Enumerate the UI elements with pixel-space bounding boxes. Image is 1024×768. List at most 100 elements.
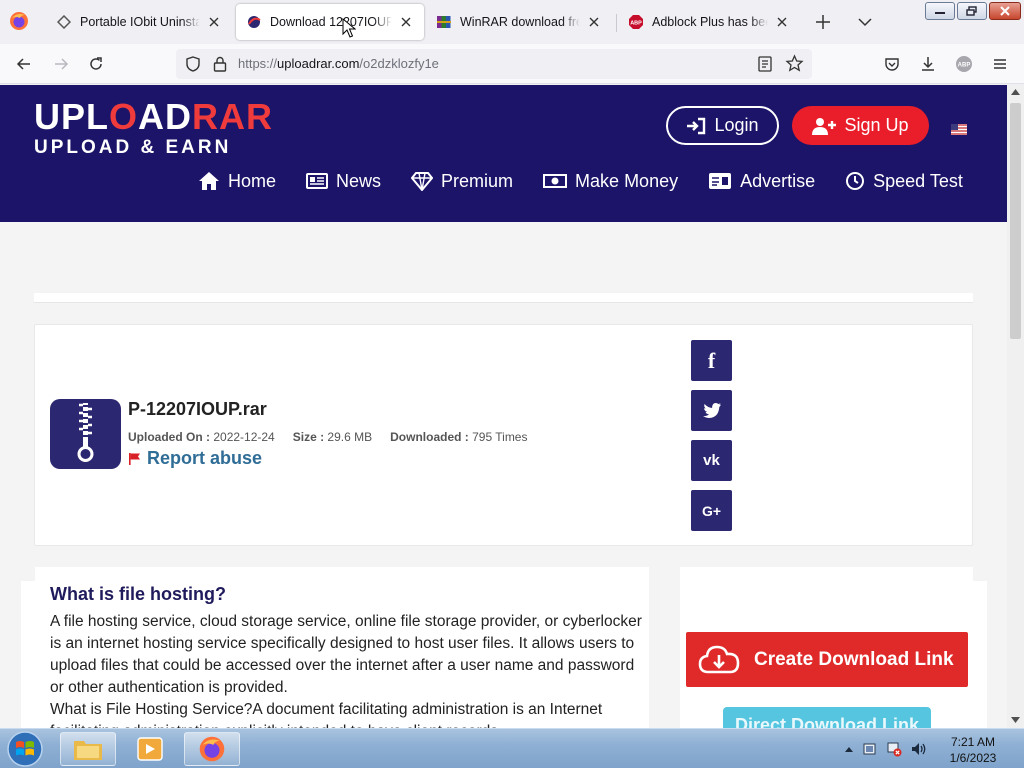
flag-icon — [129, 453, 140, 465]
uploadrar-favicon-icon — [246, 14, 262, 30]
sign-in-icon — [687, 117, 706, 134]
report-abuse-link[interactable]: Report abuse — [128, 448, 262, 469]
close-icon[interactable] — [774, 14, 790, 30]
nav-advertise[interactable]: Advertise — [708, 171, 815, 192]
adblock-plus-extension-icon[interactable]: ABP — [953, 53, 975, 75]
clock-icon — [846, 172, 865, 190]
create-download-link-label: Create Download Link — [754, 648, 954, 670]
nav-make-money[interactable]: Make Money — [543, 171, 678, 192]
uploaded-date: Uploaded On : 2022-12-24 — [128, 430, 275, 444]
close-icon[interactable] — [586, 14, 602, 30]
tab-separator — [616, 14, 617, 32]
share-vk-button[interactable]: vk — [691, 440, 732, 481]
close-icon[interactable] — [206, 14, 222, 30]
firefox-logo-icon[interactable] — [8, 10, 30, 32]
new-tab-plus-icon[interactable] — [812, 11, 834, 33]
money-icon — [543, 174, 568, 188]
share-facebook-button[interactable]: f — [691, 340, 732, 381]
back-arrow-icon[interactable] — [13, 53, 35, 75]
scrollbar-thumb[interactable] — [1010, 103, 1021, 339]
tracking-protection-shield-icon[interactable] — [184, 55, 202, 78]
login-button[interactable]: Login — [666, 106, 779, 145]
google-plus-icon: G+ — [701, 502, 722, 519]
zip-file-icon — [50, 399, 121, 469]
card-icon — [709, 173, 732, 189]
hamburger-menu-icon[interactable] — [989, 53, 1011, 75]
tab-uploadrar[interactable]: Download 12207IOUP.rar — [236, 4, 424, 40]
minimize-window-button[interactable] — [925, 2, 955, 20]
create-download-link-button[interactable]: Create Download Link — [686, 632, 968, 687]
cloud-download-icon — [698, 645, 740, 673]
firefox-icon — [199, 736, 225, 762]
reader-view-icon[interactable] — [756, 55, 774, 78]
media-player-icon — [137, 737, 163, 761]
tab-label: Download 12207IOUP.rar — [270, 15, 392, 29]
browser-toolbar: https://uploadrar.com/o2dzklozfy1e ABP — [0, 44, 1024, 84]
share-twitter-button[interactable] — [691, 390, 732, 431]
taskbar-explorer[interactable] — [60, 732, 116, 766]
tab-label: Portable IObit Uninstaller — [80, 15, 200, 29]
facebook-icon: f — [707, 347, 716, 373]
show-hidden-icons-arrow-icon[interactable] — [844, 745, 854, 753]
reload-icon[interactable] — [85, 53, 107, 75]
tab-adblock[interactable]: ABP Adblock Plus has been in — [618, 4, 800, 40]
tab-label: Adblock Plus has been in — [652, 15, 768, 29]
scroll-up-arrow-icon[interactable] — [1011, 89, 1020, 95]
article-body: A file hosting service, cloud storage se… — [50, 613, 642, 728]
page-scrollbar[interactable] — [1007, 85, 1024, 728]
url-text[interactable]: https://uploadrar.com/o2dzklozfy1e — [238, 56, 439, 71]
nav-home[interactable]: Home — [198, 171, 276, 192]
lock-icon[interactable] — [212, 55, 228, 78]
home-icon — [199, 172, 219, 190]
user-plus-icon — [812, 117, 837, 135]
site-header: UPLOADRAR UPLOAD & EARN Login Sign Up Ho… — [0, 85, 1007, 222]
address-bar[interactable]: https://uploadrar.com/o2dzklozfy1e — [176, 49, 812, 79]
login-label: Login — [714, 115, 759, 135]
restore-window-button[interactable] — [957, 2, 987, 20]
share-google-plus-button[interactable]: G+ — [691, 490, 732, 531]
mouse-cursor-icon — [342, 18, 356, 38]
taskbar-clock[interactable]: 7:21 AM 1/6/2023 — [940, 734, 1006, 766]
windows-taskbar: 7:21 AM 1/6/2023 — [0, 728, 1024, 768]
system-tray — [844, 741, 928, 757]
uploadrar-logo[interactable]: UPLOADRAR UPLOAD & EARN — [34, 99, 294, 159]
us-flag-icon[interactable] — [951, 122, 967, 135]
newspaper-icon — [306, 173, 329, 189]
volume-icon[interactable] — [910, 741, 928, 757]
folder-icon — [74, 741, 102, 760]
signup-button[interactable]: Sign Up — [792, 106, 929, 145]
file-name: P-12207IOUP.rar — [128, 399, 267, 419]
close-icon[interactable] — [398, 14, 414, 30]
bookmark-star-icon[interactable] — [785, 54, 804, 78]
vk-icon: vk — [703, 452, 720, 469]
nav-premium[interactable]: Premium — [411, 171, 513, 192]
tab-strip: Portable IObit Uninstaller Download 1220… — [0, 0, 1024, 44]
file-info-card: P-12207IOUP.rar Uploaded On : 2022-12-24… — [34, 324, 973, 546]
taskbar-firefox[interactable] — [184, 732, 240, 766]
file-hosting-article: What is file hosting? A file hosting ser… — [35, 567, 649, 728]
downloads-icon[interactable] — [917, 53, 939, 75]
tab-iobit[interactable]: Portable IObit Uninstaller — [46, 4, 232, 40]
network-error-icon[interactable] — [886, 741, 902, 757]
twitter-icon — [702, 403, 721, 418]
tab-winrar[interactable]: WinRAR download free a — [426, 4, 612, 40]
download-count: Downloaded : 795 Times — [390, 430, 528, 444]
forward-arrow-icon[interactable] — [50, 53, 72, 75]
ad-strip — [34, 293, 973, 303]
taskbar-media-player[interactable] — [122, 732, 178, 766]
action-center-flag-icon[interactable] — [862, 741, 878, 757]
start-button[interactable] — [4, 730, 46, 768]
svg-text:ABP: ABP — [630, 21, 642, 27]
adblock-plus-icon: ABP — [628, 14, 644, 30]
pocket-icon[interactable] — [881, 53, 903, 75]
file-meta: Uploaded On : 2022-12-24 Size : 29.6 MB … — [128, 430, 527, 444]
diamond-outline-icon — [56, 14, 72, 30]
direct-download-link-button[interactable]: Direct Download Link — [723, 707, 931, 728]
file-size: Size : 29.6 MB — [292, 430, 373, 444]
signup-label: Sign Up — [844, 115, 909, 135]
chevron-down-icon[interactable] — [854, 11, 876, 33]
nav-speed-test[interactable]: Speed Test — [845, 171, 963, 192]
nav-news[interactable]: News — [306, 171, 381, 192]
scroll-down-arrow-icon[interactable] — [1011, 717, 1020, 723]
close-window-button[interactable] — [989, 2, 1021, 20]
